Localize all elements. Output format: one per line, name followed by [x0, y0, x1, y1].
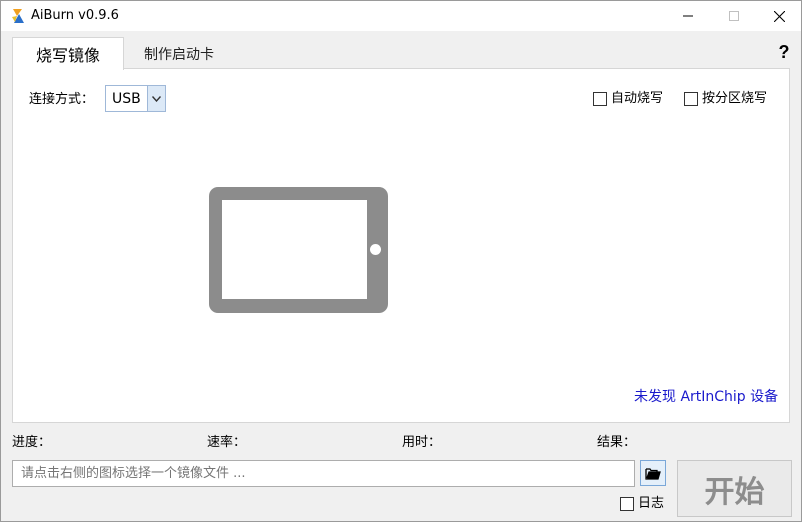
minimize-icon [683, 15, 693, 17]
browse-file-button[interactable] [640, 460, 666, 486]
time-label: 用时： [402, 435, 442, 450]
partition-burn-label: 按分区烧写 [702, 91, 768, 106]
start-button-label: 开始 [704, 474, 765, 510]
tablet-screen [222, 200, 367, 299]
chevron-down-icon[interactable] [147, 86, 165, 111]
tablet-home-button [370, 244, 381, 255]
tab-make-boot-card[interactable]: 制作启动卡 [124, 37, 234, 70]
burn-image-panel: 连接方式： USB 自动烧写 按分区烧写 未发现 ArtInChip 设备 [12, 68, 790, 423]
titlebar: AiBurn v0.9.6 [1, 1, 801, 31]
speed-label: 速率： [207, 435, 247, 450]
log-label: 日志 [638, 496, 665, 511]
connection-select[interactable]: USB [105, 85, 166, 112]
connection-label: 连接方式： [29, 92, 95, 107]
log-checkbox[interactable] [620, 497, 634, 511]
minimize-button[interactable] [665, 1, 711, 31]
maximize-icon [729, 11, 739, 21]
app-window: AiBurn v0.9.6 烧写镜像 制作启动卡 ? 连接方式： USB 自动烧… [0, 0, 802, 522]
folder-open-icon [645, 467, 661, 480]
start-button[interactable]: 开始 [677, 460, 792, 517]
partition-burn-checkbox[interactable] [684, 92, 698, 106]
auto-burn-checkbox[interactable] [593, 92, 607, 106]
help-icon[interactable]: ? [775, 41, 793, 63]
app-logo-icon [10, 8, 26, 24]
close-icon [773, 10, 785, 22]
result-label: 结果： [597, 435, 637, 450]
progress-label: 进度： [12, 435, 52, 450]
close-button[interactable] [756, 1, 802, 31]
image-file-input[interactable] [12, 460, 635, 487]
device-status-link[interactable]: 未发现 ArtInChip 设备 [634, 388, 778, 406]
auto-burn-label: 自动烧写 [611, 91, 664, 106]
tab-label: 烧写镜像 [35, 46, 100, 65]
tab-burn-image[interactable]: 烧写镜像 [12, 37, 124, 70]
maximize-button[interactable] [711, 1, 757, 31]
tablet-icon [209, 187, 388, 313]
connection-select-value: USB [112, 91, 141, 107]
window-title: AiBurn v0.9.6 [31, 8, 119, 23]
tab-label: 制作启动卡 [144, 46, 214, 63]
